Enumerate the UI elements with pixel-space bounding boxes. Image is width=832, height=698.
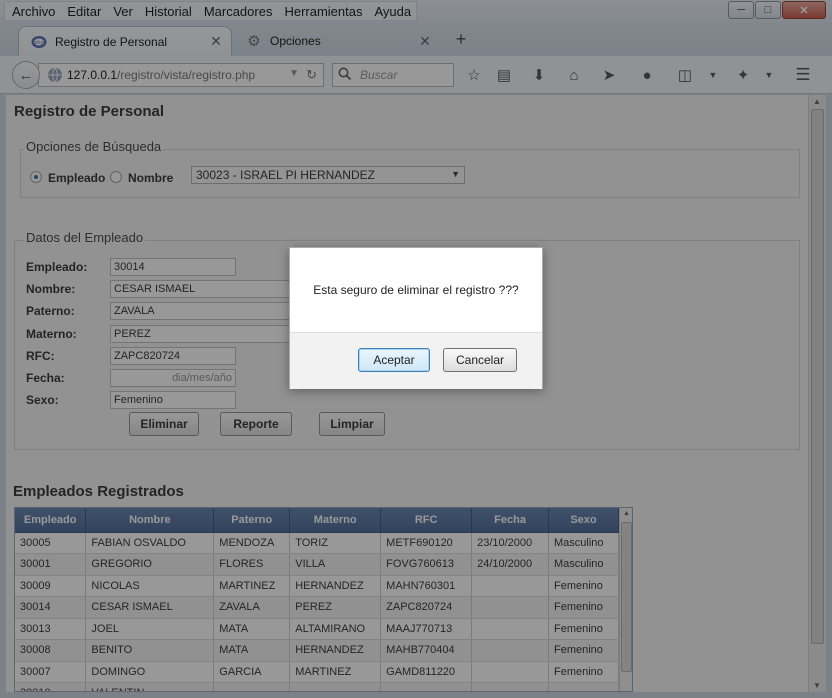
accept-button[interactable]: Aceptar <box>358 348 430 372</box>
confirm-message: Esta seguro de eliminar el registro ??? <box>313 283 519 297</box>
dialog-footer: Aceptar Cancelar <box>290 332 542 389</box>
cancel-button[interactable]: Cancelar <box>443 348 517 372</box>
confirm-dialog: Esta seguro de eliminar el registro ??? … <box>289 247 543 389</box>
